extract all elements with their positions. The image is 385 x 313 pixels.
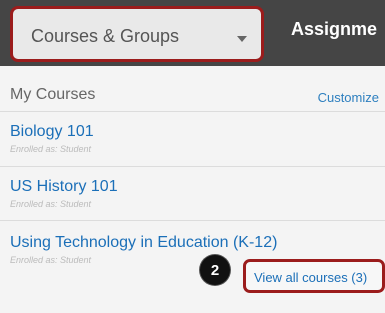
courses-dropdown-panel: My Courses Customize Biology 101 Enrolle… (0, 66, 385, 313)
course-enrollment-technology: Enrolled as: Student (10, 255, 92, 265)
divider (0, 166, 385, 167)
divider (0, 220, 385, 221)
view-all-courses-label: View all courses (3) (254, 270, 368, 285)
course-link-us-history[interactable]: US History 101 (10, 178, 118, 196)
courses-groups-menu-button[interactable]: Courses & Groups (10, 6, 264, 62)
customize-link[interactable]: Customize (318, 90, 379, 105)
my-courses-heading: My Courses (10, 86, 96, 103)
course-enrollment-biology: Enrolled as: Student (10, 144, 92, 154)
assignments-tab[interactable]: Assignme (291, 19, 377, 40)
course-enrollment-us-history: Enrolled as: Student (10, 199, 92, 209)
course-link-biology[interactable]: Biology 101 (10, 123, 94, 141)
divider (0, 111, 385, 112)
courses-groups-label: Courses & Groups (31, 26, 180, 46)
caret-down-icon (237, 36, 247, 42)
course-link-technology[interactable]: Using Technology in Education (K-12) (10, 234, 277, 252)
view-all-courses-link[interactable]: View all courses (3) (243, 259, 385, 293)
callout-marker-2: 2 (200, 255, 230, 285)
global-nav-bar: Courses & Groups Assignme (0, 0, 385, 66)
